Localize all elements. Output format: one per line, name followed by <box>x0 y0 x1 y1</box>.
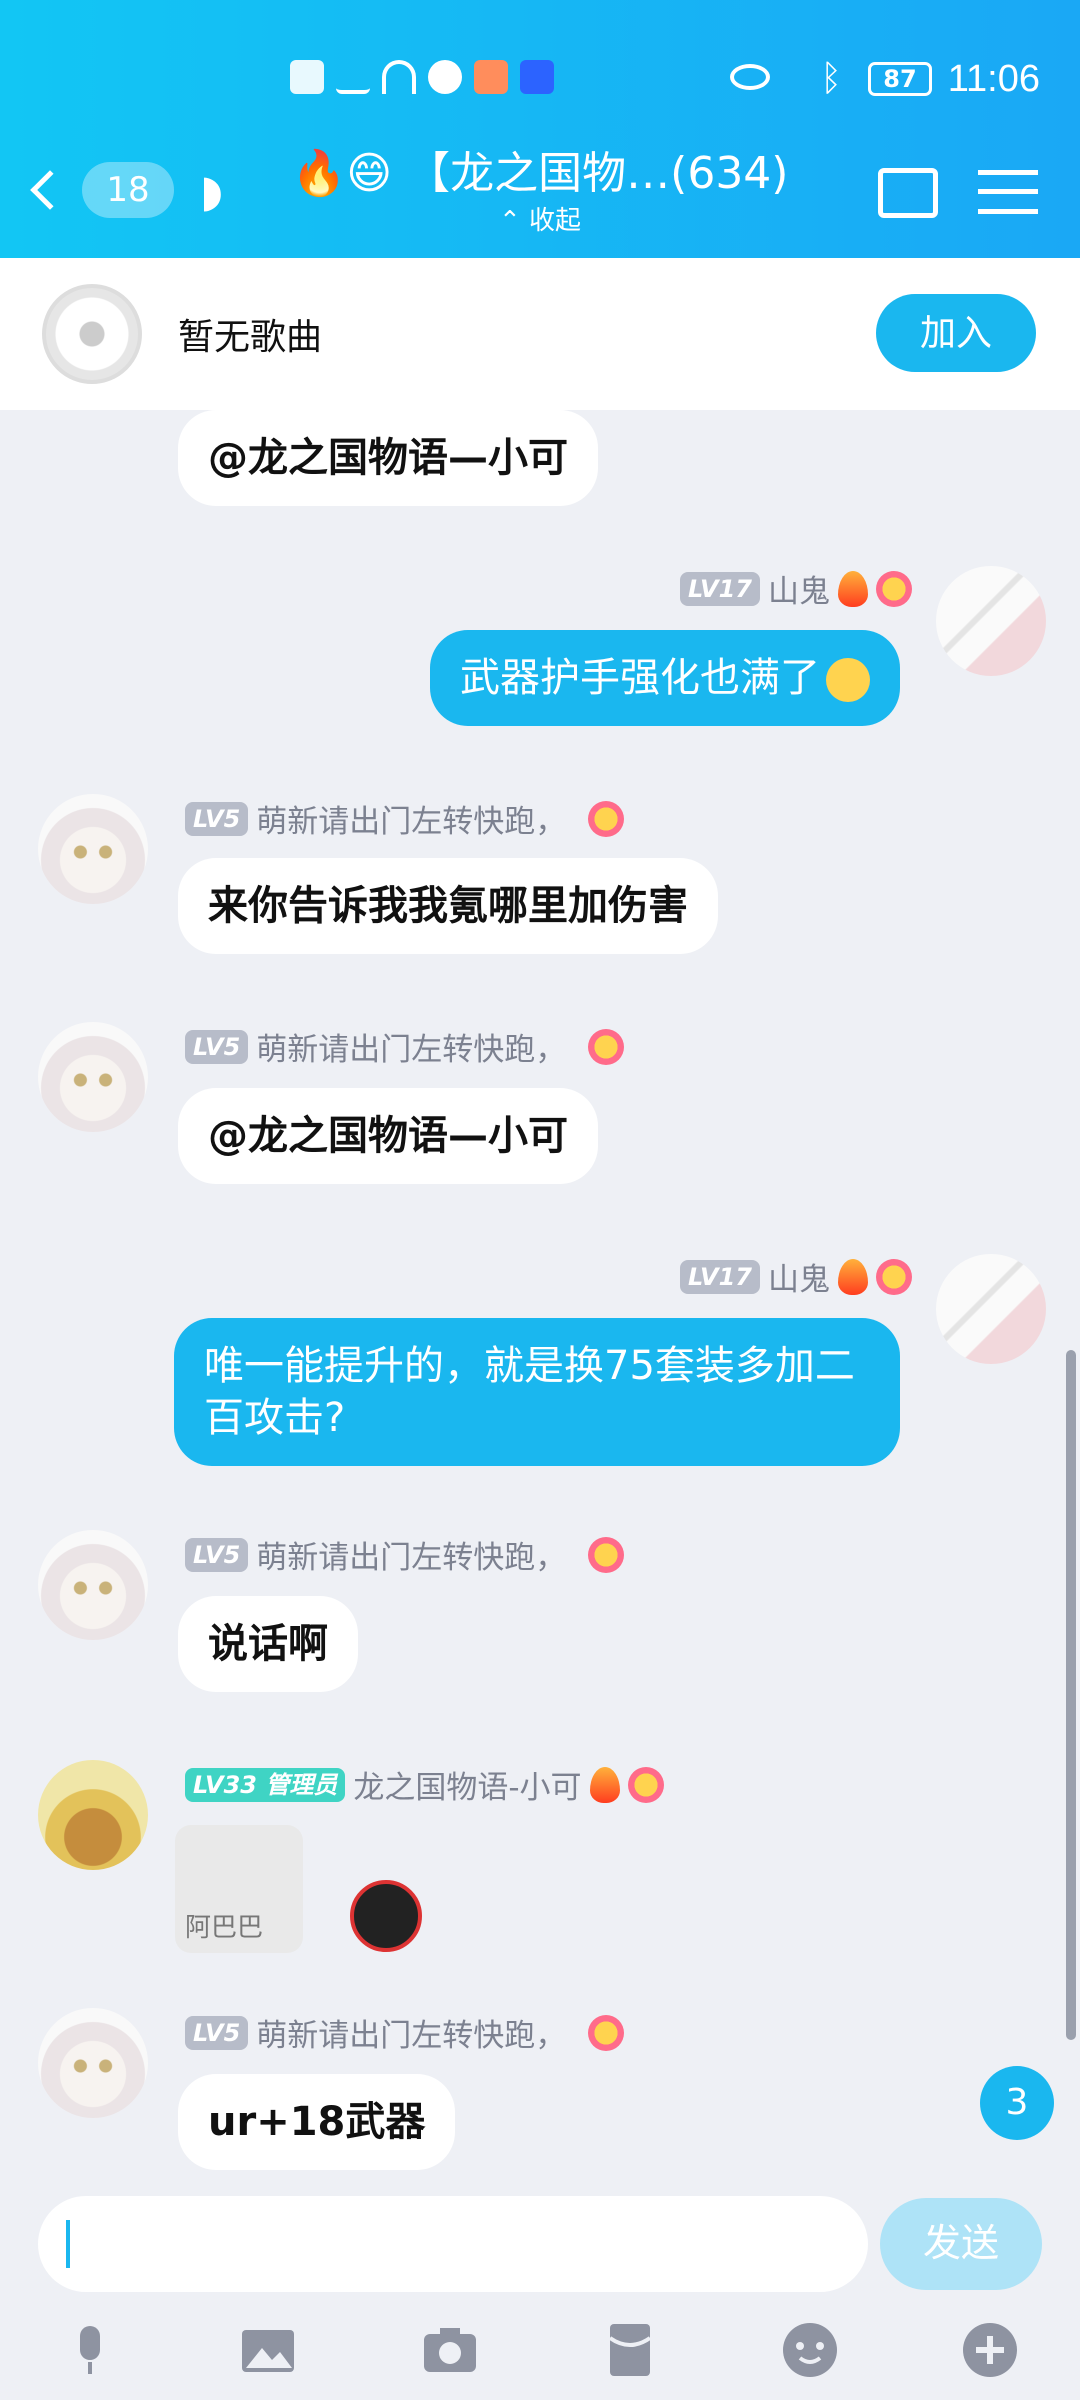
avatar[interactable] <box>38 1530 148 1640</box>
send-button[interactable]: 发送 <box>880 2198 1042 2290</box>
wechat-icon <box>428 60 462 94</box>
message-bubble[interactable]: ur+18武器 <box>178 2074 456 2170</box>
bulb-icon <box>520 60 554 94</box>
menu-icon[interactable] <box>978 170 1038 214</box>
avatar[interactable] <box>38 2008 148 2118</box>
flower-icon <box>876 1258 912 1295</box>
camera-icon[interactable] <box>420 2320 480 2380</box>
text-cursor <box>66 2220 70 2268</box>
message-meta: LV17 山鬼 <box>680 1254 912 1299</box>
level-badge: LV17 <box>680 1259 760 1294</box>
sender-name[interactable]: 萌新请出门左转快跑， <box>256 1532 566 1577</box>
level-badge: LV5 <box>185 801 249 836</box>
avatar[interactable] <box>936 1254 1046 1364</box>
plus-icon[interactable] <box>960 2320 1020 2380</box>
song-label: 暂无歌曲 <box>178 317 323 358</box>
message-meta: LV17 山鬼 <box>680 566 912 611</box>
scrollbar[interactable] <box>1066 1350 1076 2040</box>
calendar-check-icon[interactable] <box>878 168 938 218</box>
message-bubble[interactable]: 来你告诉我我氪哪里加伤害 <box>178 858 718 954</box>
clock: 11:06 <box>947 58 1040 100</box>
battery-indicator: 87 <box>868 62 932 96</box>
flower-icon <box>588 1028 625 1065</box>
app-icon <box>474 60 508 94</box>
collapse-toggle[interactable]: ⌃ 收起 <box>200 204 880 238</box>
chevron-left-icon <box>30 170 70 210</box>
image-icon[interactable] <box>238 2320 298 2380</box>
unread-badge: 18 <box>82 162 174 218</box>
level-badge: LV5 <box>185 2015 249 2050</box>
message-bubble[interactable]: 说话啊 <box>178 1596 358 1692</box>
flower-icon <box>588 2014 625 2051</box>
message-bubble[interactable]: 唯一能提升的，就是换75套装多加二百攻击? <box>174 1318 900 1466</box>
fire-icon <box>838 1258 868 1295</box>
avatar[interactable] <box>936 566 1046 676</box>
sender-name[interactable]: 萌新请出门左转快跑， <box>256 2010 566 2055</box>
collapse-label: 收起 <box>529 206 582 236</box>
stamp-icon[interactable] <box>350 1880 422 1952</box>
new-message-badge[interactable]: 3 <box>980 2066 1054 2140</box>
message-meta: LV5 萌新请出门左转快跑， <box>185 2010 625 2055</box>
message-meta: LV5 萌新请出门左转快跑， <box>185 1532 625 1577</box>
sticker-image[interactable]: 阿巴巴 <box>175 1825 303 1953</box>
emoji-icon <box>826 658 870 702</box>
hd-icon <box>290 60 324 94</box>
bluetooth-icon: ᛒ <box>820 58 842 99</box>
sender-name[interactable]: 山鬼 <box>768 1254 830 1299</box>
level-badge: LV5 <box>185 1537 249 1572</box>
fire-icon <box>589 1766 620 1803</box>
nav-row: 18 ◗ 🔥😄 【龙之国物…(634) ⌃ 收起 <box>0 140 1080 250</box>
input-bar: 发送 <box>0 2176 1080 2400</box>
message-bubble[interactable]: 武器护手强化也满了 <box>430 630 900 726</box>
chat-header: ᛒ 87 11:06 18 ◗ 🔥😄 【龙之国物…(634) ⌃ 收起 <box>0 0 1080 258</box>
join-button[interactable]: 加入 <box>876 294 1036 372</box>
avatar[interactable] <box>38 794 148 904</box>
eye-icon <box>730 64 770 90</box>
level-badge: LV17 <box>680 571 760 606</box>
disc-icon <box>42 284 142 384</box>
level-badge: LV5 <box>185 1029 249 1064</box>
message-meta: LV33 管理员 龙之国物语-小可 <box>185 1762 664 1807</box>
signal-icon <box>336 60 370 94</box>
message-meta: LV5 萌新请出门左转快跑， <box>185 1024 625 1069</box>
avatar[interactable] <box>38 1022 148 1132</box>
redpacket-icon[interactable] <box>600 2320 660 2380</box>
flower-icon <box>876 570 912 607</box>
wifi-icon <box>382 60 416 94</box>
flower-icon <box>588 800 625 837</box>
back-button[interactable]: 18 <box>30 162 176 222</box>
flower-icon <box>588 1536 625 1573</box>
message-input[interactable] <box>38 2196 868 2292</box>
message-bubble[interactable]: @龙之国物语—小可 <box>178 410 598 506</box>
message-bubble[interactable]: @龙之国物语—小可 <box>178 1088 598 1184</box>
status-bar: ᛒ 87 11:06 <box>0 40 1080 120</box>
sender-name[interactable]: 龙之国物语-小可 <box>353 1762 581 1807</box>
sticker-text: 阿巴巴 <box>185 1913 264 1943</box>
role-label: 管理员 <box>265 1770 338 1799</box>
avatar[interactable] <box>38 1760 148 1870</box>
chat-title[interactable]: 🔥😄 【龙之国物…(634) ⌃ 收起 <box>200 144 880 244</box>
level-text: LV33 <box>193 1770 257 1799</box>
group-name: 🔥😄 【龙之国物…(634) <box>291 148 789 199</box>
emoji-icon[interactable] <box>780 2320 840 2380</box>
flower-icon <box>627 1766 664 1803</box>
sender-name[interactable]: 萌新请出门左转快跑， <box>256 1024 566 1069</box>
mic-icon[interactable] <box>60 2320 120 2380</box>
music-bar: 暂无歌曲 加入 <box>0 258 1080 410</box>
fire-icon <box>838 570 868 607</box>
level-badge: LV33 管理员 <box>185 1767 346 1802</box>
status-icons <box>290 60 554 94</box>
message-meta: LV5 萌新请出门左转快跑， <box>185 796 625 841</box>
sender-name[interactable]: 山鬼 <box>768 566 830 611</box>
message-text: 武器护手强化也满了 <box>460 655 820 701</box>
sender-name[interactable]: 萌新请出门左转快跑， <box>256 796 566 841</box>
